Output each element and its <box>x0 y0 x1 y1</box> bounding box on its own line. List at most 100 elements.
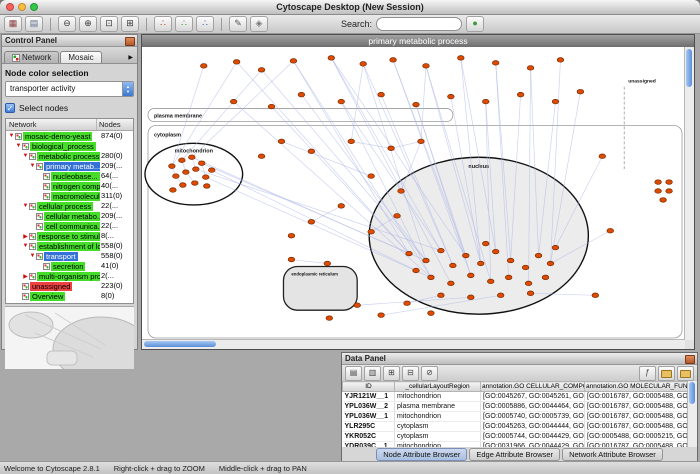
function-builder-icon[interactable]: ƒ <box>639 366 656 381</box>
tree-item-unassigned[interactable]: unassigned223(0) <box>6 281 133 291</box>
network-node[interactable] <box>324 261 331 266</box>
table-cell[interactable]: YPL036W__2 <box>343 402 395 412</box>
network-node[interactable] <box>552 99 559 104</box>
network-node[interactable] <box>607 228 614 233</box>
table-row[interactable]: YPL036W__2plasma membrane[GO:0005886, GO… <box>343 402 689 412</box>
new-attribute-icon[interactable]: ⊞ <box>383 366 400 381</box>
tree-item-metabolic-process[interactable]: ▼metabolic process280(0) <box>6 151 133 161</box>
network-edge[interactable] <box>421 66 426 141</box>
horizontal-scrollbar[interactable] <box>142 339 685 349</box>
expand-down-icon[interactable]: ▼ <box>22 243 29 249</box>
network-node[interactable] <box>390 58 397 63</box>
network-node[interactable] <box>413 268 420 273</box>
network-node[interactable] <box>482 99 489 104</box>
network-node[interactable] <box>288 233 295 238</box>
float-data-panel-icon[interactable] <box>685 355 695 364</box>
network-node[interactable] <box>326 316 333 321</box>
zoom-out-icon[interactable]: ⊖ <box>58 16 76 32</box>
network-node[interactable] <box>477 261 484 266</box>
table-cell[interactable]: [GO:0016787, GO:0005488, GO:0005215, G..… <box>585 402 689 412</box>
tab-network-attribute-browser[interactable]: Network Attribute Browser <box>562 448 663 461</box>
table-cell[interactable]: plasma membrane <box>395 402 481 412</box>
zoom-fit-icon[interactable]: ⊞ <box>121 16 139 32</box>
network-node[interactable] <box>338 99 345 104</box>
tree-item-response-to-stimul[interactable]: ▶response to stimul...8(... <box>6 231 133 241</box>
network-node[interactable] <box>208 168 215 173</box>
minimize-window-icon[interactable] <box>18 3 26 11</box>
network-node[interactable] <box>173 174 180 179</box>
network-node[interactable] <box>192 181 199 186</box>
network-node[interactable] <box>482 241 489 246</box>
table-cell[interactable]: [GO:0016787, GO:0005488, GO:0005215, G..… <box>585 412 689 422</box>
unselect-attributes-icon[interactable]: ▥ <box>364 366 381 381</box>
table-cell[interactable]: [GO:0005744, GO:0044429, GO:0044444, G..… <box>481 432 585 442</box>
network-node[interactable] <box>448 94 455 99</box>
network-node[interactable] <box>368 229 375 234</box>
tree-item-multi-organism-pro[interactable]: ▶multi-organism pro...2(... <box>6 271 133 281</box>
vizmapper-icon[interactable]: ◈ <box>250 16 268 32</box>
table-vertical-scrollbar[interactable] <box>687 381 697 447</box>
network-node[interactable] <box>517 92 524 97</box>
expand-down-icon[interactable]: ▼ <box>22 203 29 209</box>
network-node[interactable] <box>308 149 315 154</box>
expand-down-icon[interactable]: ▼ <box>22 153 29 159</box>
tab-mosaic[interactable]: Mosaic <box>60 51 101 63</box>
network-node[interactable] <box>438 293 445 298</box>
delete-attribute-icon[interactable]: ⊟ <box>402 366 419 381</box>
table-cell[interactable]: mitochondrion <box>395 442 481 448</box>
network-node[interactable] <box>418 139 425 144</box>
column-header-annotation-go-molecular-function[interactable]: annotation.GO MOLECULAR_FUNCTION <box>585 382 689 392</box>
network-node[interactable] <box>169 164 176 169</box>
network-node[interactable] <box>180 183 187 188</box>
birds-eye-view[interactable] <box>5 306 134 369</box>
network-node[interactable] <box>258 154 265 159</box>
tree-item-macromolecule[interactable]: macromolecule...311(0) <box>6 191 133 201</box>
network-edge[interactable] <box>311 206 341 222</box>
table-scrollbar-thumb[interactable] <box>689 382 695 404</box>
network-node[interactable] <box>288 257 295 262</box>
zoom-in-icon[interactable]: ⊕ <box>79 16 97 32</box>
network-node[interactable] <box>354 303 361 308</box>
import-network-icon[interactable]: ▤ <box>25 16 43 32</box>
network-node[interactable] <box>468 273 475 278</box>
expand-down-icon[interactable]: ▼ <box>29 163 36 169</box>
network-node[interactable] <box>463 253 470 258</box>
node-color-dropdown[interactable]: transporter activity <box>5 81 134 97</box>
network-node[interactable] <box>203 184 210 189</box>
network-edge[interactable] <box>291 260 327 264</box>
network-node[interactable] <box>655 189 662 194</box>
table-cell[interactable]: [GO:0031966, GO:0044429, GO:0044444, G..… <box>481 442 585 448</box>
tree-item-mosaic-demo-yeast[interactable]: ▼mosaic-demo-yeast874(0) <box>6 131 133 141</box>
vertical-scrollbar[interactable] <box>684 47 694 340</box>
first-neighbors-icon[interactable]: ∴ <box>175 16 193 32</box>
table-cell[interactable]: YJR121W__1 <box>343 392 395 402</box>
tree-column-nodes[interactable]: Nodes <box>97 119 133 130</box>
horizontal-scrollbar-thumb[interactable] <box>144 341 216 347</box>
tab-network[interactable]: Network <box>4 51 59 63</box>
expand-down-icon[interactable]: ▼ <box>15 143 22 149</box>
table-cell[interactable]: YLR295C <box>343 422 395 432</box>
network-node[interactable] <box>438 248 445 253</box>
network-edge[interactable] <box>391 141 421 148</box>
network-node[interactable] <box>592 293 599 298</box>
tree-item-nucleobase[interactable]: nucleobase...64(... <box>6 171 133 181</box>
expand-right-icon[interactable]: ▶ <box>22 273 29 280</box>
network-node[interactable] <box>535 253 542 258</box>
tree-item-establishment-of-lo[interactable]: ▼establishment of lo...558(0) <box>6 241 133 251</box>
network-node[interactable] <box>189 155 196 160</box>
tree-item-cellular-metabo[interactable]: cellular metabo...209(... <box>6 211 133 221</box>
network-node[interactable] <box>378 92 385 97</box>
network-node[interactable] <box>660 198 667 203</box>
expand-right-icon[interactable]: ▶ <box>22 233 29 240</box>
network-node[interactable] <box>507 258 514 263</box>
network-node[interactable] <box>193 167 200 172</box>
network-node[interactable] <box>655 180 662 185</box>
network-node[interactable] <box>458 56 465 61</box>
zoom-window-icon[interactable] <box>30 3 38 11</box>
zoom-selected-icon[interactable]: ⊡ <box>100 16 118 32</box>
network-view-titlebar[interactable]: primary metabolic process <box>142 35 694 47</box>
network-node[interactable] <box>230 99 237 104</box>
tree-item-nitrogen-compo[interactable]: nitrogen compo...40(... <box>6 181 133 191</box>
network-node[interactable] <box>308 220 315 225</box>
network-node[interactable] <box>522 265 529 270</box>
